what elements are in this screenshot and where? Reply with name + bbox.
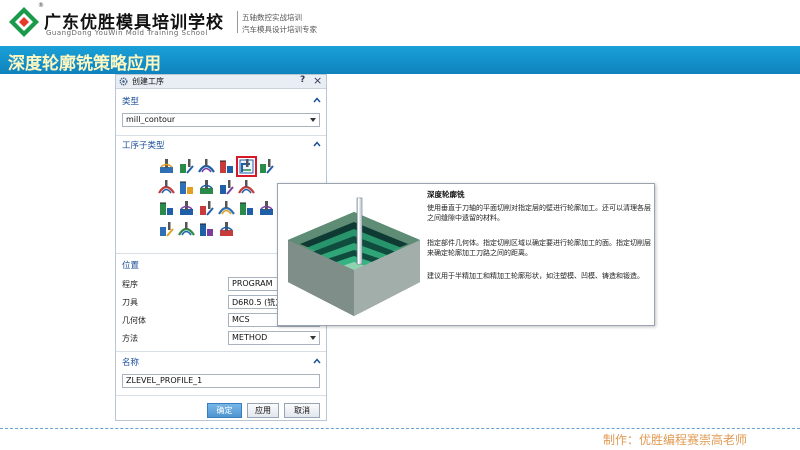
operation-name-value: ZLEVEL_PROFILE_1 (126, 376, 203, 385)
streamline-icon[interactable] (218, 179, 235, 196)
footer-credit: 制作：优胜编程赛崇高老师 (603, 433, 748, 447)
position-section-label: 位置 (122, 261, 140, 271)
section-divider (116, 135, 326, 136)
tooltip-paragraph-3: 建议用于半精加工和精加工轮廓形状，如注塑模、凹模、铸造和锻造。 (427, 272, 644, 280)
school-logo-icon (9, 7, 39, 37)
tooltip-paragraph-1: 使用垂直于刀轴的平面切削对指定层的壁进行轮廓加工。还可以清理各层之间缝隙中遗留的… (427, 204, 651, 222)
ok-button[interactable]: 确定 (207, 403, 242, 418)
chevron-up-icon[interactable] (313, 141, 321, 147)
mill-control-icon[interactable] (218, 221, 235, 238)
flowcut-single-icon[interactable] (178, 200, 195, 217)
gear-icon (119, 77, 128, 86)
slide: ® 广东优胜模具培训学校 GuangDong YouWin Mold Train… (0, 0, 800, 450)
type-section-label: 类型 (122, 97, 140, 107)
dialog-title: 创建工序 (132, 77, 164, 86)
chevron-up-icon[interactable] (313, 97, 321, 103)
slide-title-bar: 深度轮廓铣策略应用 (0, 46, 800, 74)
contour-area-non-steep-icon[interactable] (238, 179, 255, 196)
dropdown-arrow-icon (310, 336, 316, 340)
geometry-label: 几何体 (122, 316, 146, 325)
tooltip-title: 深度轮廓铣 (427, 190, 465, 199)
mill-user-icon[interactable] (198, 221, 215, 238)
type-dropdown-value: mill_contour (126, 115, 176, 124)
flowcut-multiple-icon[interactable] (198, 200, 215, 217)
flowcut-ref-tool-icon[interactable] (218, 200, 235, 217)
contour-area-icon[interactable] (178, 179, 195, 196)
section-divider (116, 395, 326, 396)
operation-name-input[interactable]: ZLEVEL_PROFILE_1 (122, 374, 320, 388)
close-button[interactable]: × (313, 74, 322, 87)
dropdown-arrow-icon (310, 118, 316, 122)
help-button[interactable]: ? (300, 75, 305, 85)
contour-text-icon[interactable] (178, 221, 195, 238)
footer-divider (0, 428, 800, 429)
profile-3d-icon[interactable] (158, 221, 175, 238)
zlevel-profile-icon[interactable] (236, 156, 257, 177)
header-divider (237, 11, 238, 33)
cancel-button[interactable]: 取消 (284, 403, 320, 418)
contour-surface-icon[interactable] (198, 179, 215, 196)
name-section-label: 名称 (122, 358, 140, 368)
tooltip-paragraph-2: 指定部件几何体。指定切削区域以确定要进行轮廓加工的面。指定切削层来确定轮廓加工刀… (427, 239, 651, 257)
subtype-section-label: 工序子类型 (122, 141, 165, 151)
flowcut-smooth-icon[interactable] (238, 200, 255, 217)
school-name-en: GuangDong YouWin Mold Training School (46, 29, 208, 37)
slide-title: 深度轮廓铣策略应用 (8, 54, 161, 74)
zlevel-profile-illustration (288, 197, 420, 316)
dialog-titlebar[interactable]: 创建工序 ? × (116, 74, 326, 89)
apply-button[interactable]: 应用 (247, 403, 279, 418)
cavity-mill-icon[interactable] (158, 158, 175, 175)
method-value: METHOD (232, 333, 268, 342)
slogan-line-1: 五轴数控实战培训 (242, 13, 302, 22)
zlevel-corner-icon[interactable] (258, 158, 275, 175)
contour-area-dir-steep-icon[interactable] (158, 200, 175, 217)
tool-label: 刀具 (122, 298, 138, 307)
program-label: 程序 (122, 280, 138, 289)
rest-mill-icon[interactable] (218, 158, 235, 175)
subtype-section-header[interactable]: 工序子类型 (116, 138, 326, 152)
method-dropdown[interactable]: METHOD (228, 331, 320, 345)
chevron-up-icon[interactable] (313, 358, 321, 364)
slogan-line-2: 汽车模具设计培训专家 (242, 25, 317, 34)
plunge-mill-icon[interactable] (178, 158, 195, 175)
method-label: 方法 (122, 334, 138, 343)
corner-rough-icon[interactable] (198, 158, 215, 175)
name-section-header[interactable]: 名称 (116, 355, 326, 369)
fixed-contour-icon[interactable] (158, 179, 175, 196)
operation-tooltip: 深度轮廓铣 使用垂直于刀轴的平面切削对指定层的壁进行轮廓加工。还可以清理各层之间… (277, 183, 655, 326)
section-divider (116, 351, 326, 352)
type-section-header[interactable]: 类型 (116, 94, 326, 108)
solid-profile-3d-icon[interactable] (258, 200, 275, 217)
type-dropdown[interactable]: mill_contour (122, 113, 320, 127)
